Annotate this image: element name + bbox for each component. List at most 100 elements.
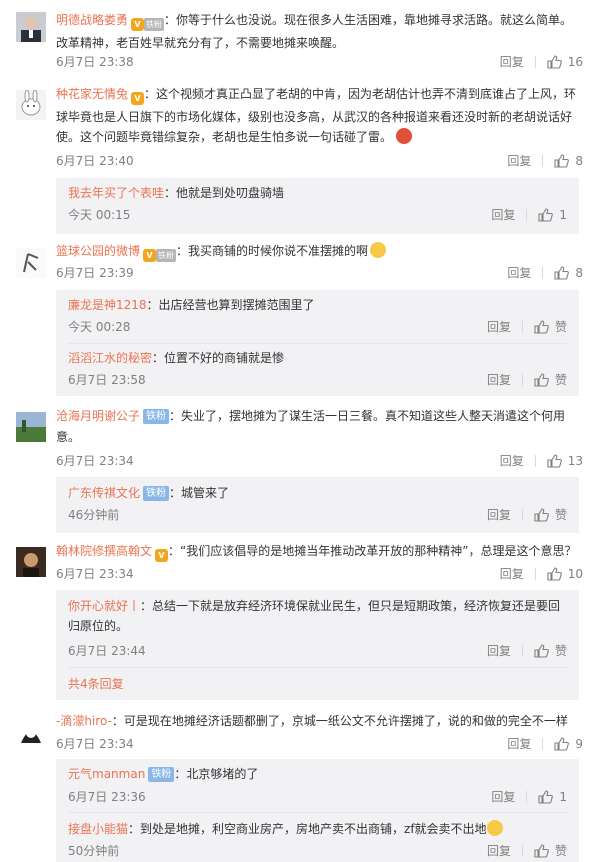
divider	[521, 645, 523, 657]
comment-meta: 6月7日 23:40 回复 8	[56, 151, 583, 171]
reply-button[interactable]: 回复	[507, 263, 531, 283]
thumbs-up-icon	[538, 208, 554, 222]
like-button[interactable]: 赞	[534, 505, 567, 525]
thumbs-up-icon	[534, 644, 549, 658]
reply-button[interactable]: 回复	[487, 841, 511, 861]
comment: -滴濛hiro-：可是现在地摊经济话题都删了，京城一纸公文不允许摆摊了，说的和做…	[0, 705, 603, 862]
thumbs-up-icon	[534, 373, 549, 387]
reply-box: 元气manman 铁粉 ：北京够堵的了 6月7日 23:36 回复 1 接盘小能猫：…	[56, 759, 579, 862]
comment-meta: 6月7日 23:34 回复 9	[56, 734, 583, 754]
comment: 明德战略娄勇 V 铁粉 ：你等于什么也没说。现在很多人生活困难，靠地摊寻求活路。就这么…	[0, 0, 603, 80]
reply-item: 接盘小能猫：到处是地摊，利空商业房产，房地产卖不出商铺，zf就会卖不出地 50分…	[68, 819, 567, 858]
timestamp: 6月7日 23:58	[68, 373, 146, 387]
username-link[interactable]: -滴濛hiro-	[56, 714, 112, 728]
comment-text: 翰林院修撰高翰文 V ：“我们应该倡导的是地摊当年推动改革开放的那种精神”，总理是这…	[56, 541, 583, 564]
like-button[interactable]: 8	[554, 151, 583, 171]
like-count: 1	[559, 790, 567, 804]
fan-badge: 铁粉	[143, 486, 170, 501]
reply-body: ：城管来了	[169, 486, 230, 500]
comment-body: ：可是现在地摊经济话题都删了，京城一纸公文不允许摆摊了，说的和做的完全不一样	[111, 714, 568, 728]
like-button[interactable]: 9	[554, 734, 583, 754]
thumbs-up-icon	[547, 454, 562, 468]
like-button[interactable]: 赞	[534, 370, 567, 390]
username-link[interactable]: 篮球公园的微博	[56, 244, 140, 258]
reply-item: 廉龙是神1218：出店经营也算到摆摊范围里了 今天 00:28 回复 赞	[68, 295, 567, 334]
like-count: 1	[559, 208, 567, 222]
username-link[interactable]: 你开心就好丨	[68, 599, 140, 613]
like-button[interactable]: 16	[547, 52, 583, 72]
reply-body: ：他就是到处叨盘骑墙	[164, 186, 285, 200]
like-count: 10	[567, 567, 583, 581]
username-link[interactable]: 广东传祺文化	[68, 486, 140, 500]
thumbs-up-icon	[547, 567, 562, 581]
divider	[521, 374, 523, 386]
divider	[534, 568, 536, 580]
like-button[interactable]: 13	[547, 451, 583, 471]
like-button[interactable]: 10	[547, 564, 583, 584]
like-count: 9	[575, 737, 583, 751]
reply-item: 我去年买了个表哇：他就是到处叨盘骑墙 今天 00:15 回复 1	[68, 183, 567, 222]
divider	[526, 209, 528, 221]
comment: 翰林院修撰高翰文 V ：“我们应该倡导的是地摊当年推动改革开放的那种精神”，总理是这…	[0, 540, 603, 705]
vip-badge: V	[131, 86, 145, 107]
divider	[534, 455, 536, 467]
username-link[interactable]: 元气manman	[68, 767, 145, 781]
like-button[interactable]: 1	[538, 787, 567, 807]
like-button[interactable]: 赞	[534, 841, 567, 861]
reply-item: 广东传祺文化 铁粉 ：城管来了 46分钟前 回复 赞	[68, 483, 567, 522]
reply-body: ：总结一下就是放弃经济环境保就业民生，但只是短期政策，经济恢复还是要回归原位的。	[68, 599, 561, 633]
like-button[interactable]: 赞	[534, 317, 567, 337]
avatar[interactable]	[16, 248, 46, 278]
reply-button[interactable]: 回复	[507, 151, 531, 171]
reply-button[interactable]: 回复	[500, 451, 524, 471]
reply-button[interactable]: 回复	[491, 787, 515, 807]
timestamp: 46分钟前	[68, 508, 120, 522]
divider	[68, 812, 567, 813]
comment-body: ：我买商铺的时候你说不准摆摊的啊	[176, 244, 369, 258]
username-link[interactable]: 种花家无情兔	[56, 87, 128, 101]
reply-button[interactable]: 回复	[487, 370, 511, 390]
vip-badge: V 铁粉	[131, 12, 165, 33]
reply-box: 我去年买了个表哇：他就是到处叨盘骑墙 今天 00:15 回复 1	[56, 178, 579, 234]
reply-box: 廉龙是神1218：出店经营也算到摆摊范围里了 今天 00:28 回复 赞 滔滔江…	[56, 290, 579, 396]
username-link[interactable]: 沧海月明谢公子	[56, 409, 140, 423]
reply-button[interactable]: 回复	[500, 52, 524, 72]
avatar[interactable]	[16, 547, 46, 577]
reply-button[interactable]: 回复	[500, 564, 524, 584]
reply-button[interactable]: 回复	[507, 734, 531, 754]
username-link[interactable]: 滔滔江水的秘密	[68, 351, 152, 365]
like-button[interactable]: 8	[554, 263, 583, 283]
comment-text: 沧海月明谢公子 铁粉 ：失业了，摆地摊为了谋生活一日三餐。真不知道这些人整天消遣这个…	[56, 406, 583, 447]
reply-item: 滔滔江水的秘密：位置不好的商铺就是惨 6月7日 23:58 回复 赞	[68, 348, 567, 387]
reply-button[interactable]: 回复	[487, 641, 511, 661]
username-link[interactable]: 我去年买了个表哇	[68, 186, 164, 200]
timestamp: 6月7日 23:39	[56, 266, 134, 280]
like-label: 赞	[554, 320, 567, 334]
comment: 沧海月明谢公子 铁粉 ：失业了，摆地摊为了谋生活一日三餐。真不知道这些人整天消遣这个…	[0, 400, 603, 540]
username-link[interactable]: 明德战略娄勇	[56, 13, 128, 27]
like-label: 赞	[554, 844, 567, 858]
comment-meta: 6月7日 23:34 回复 10	[56, 564, 583, 584]
like-count: 8	[575, 266, 583, 280]
comment-text: -滴濛hiro-：可是现在地摊经济话题都删了，京城一纸公文不允许摆摊了，说的和做…	[56, 711, 583, 732]
username-link[interactable]: 翰林院修撰高翰文	[56, 544, 152, 558]
timestamp: 6月7日 23:38	[56, 55, 134, 69]
comment: 篮球公园的微博 V 铁粉 ：我买商铺的时候你说不准摆摊的啊 6月7日 23:39 回复…	[0, 240, 603, 400]
reply-body: ：北京够堵的了	[174, 767, 259, 781]
thumbs-up-icon	[534, 320, 549, 334]
avatar[interactable]	[16, 90, 46, 120]
reply-box: 你开心就好丨：总结一下就是放弃经济环境保就业民生，但只是短期政策，经济恢复还是要…	[56, 590, 579, 700]
fan-badge: 铁粉	[148, 767, 175, 782]
username-link[interactable]: 廉龙是神1218	[68, 298, 147, 312]
avatar[interactable]	[16, 412, 46, 442]
avatar[interactable]	[16, 718, 46, 748]
avatar[interactable]	[16, 12, 46, 42]
like-button[interactable]: 1	[538, 205, 567, 225]
like-button[interactable]: 赞	[534, 641, 567, 661]
reply-button[interactable]: 回复	[487, 317, 511, 337]
reply-button[interactable]: 回复	[487, 505, 511, 525]
more-replies-link[interactable]: 共4条回复	[68, 675, 124, 692]
reply-button[interactable]: 回复	[491, 205, 515, 225]
username-link[interactable]: 接盘小能猫	[68, 822, 128, 836]
divider	[68, 667, 567, 668]
